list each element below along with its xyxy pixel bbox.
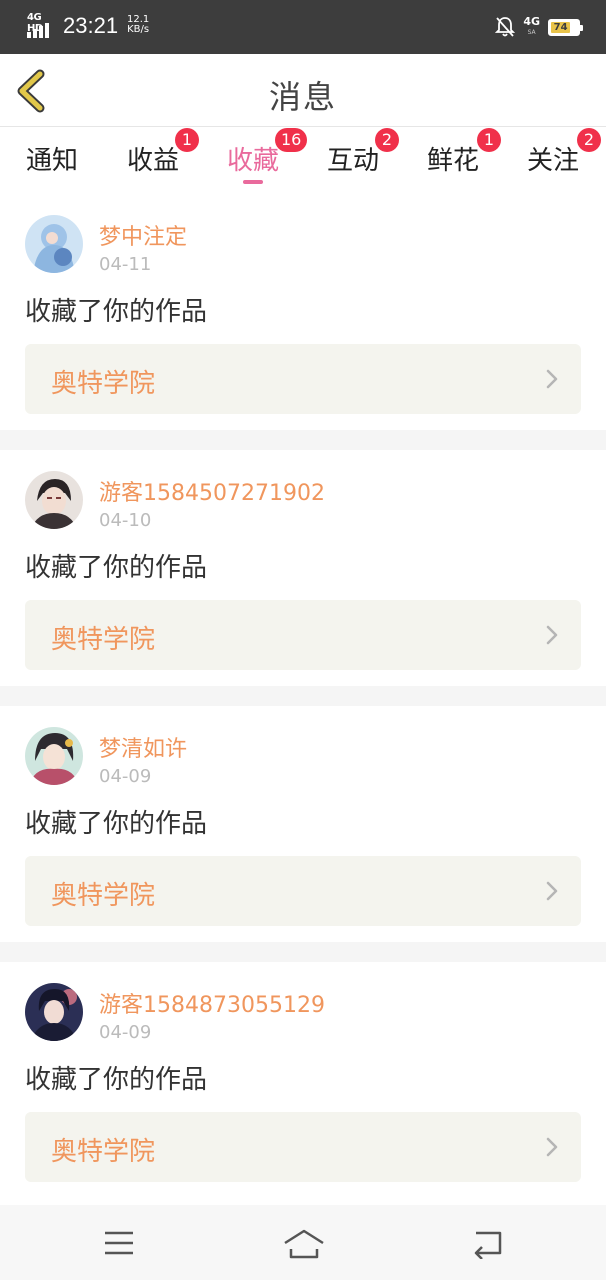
date: 04-09 (99, 1022, 152, 1043)
back-nav-button[interactable] (468, 1227, 508, 1260)
avatar-image (25, 983, 83, 1041)
list-item: 梦中注定 04-11 收藏了你的作品 奥特学院 (0, 194, 606, 430)
username[interactable]: 梦清如许 (99, 731, 187, 763)
header: 消息 (0, 54, 606, 127)
tab-earnings[interactable]: 收益 1 (103, 128, 203, 186)
username[interactable]: 游客1584507271902 (99, 475, 325, 507)
menu-button[interactable] (99, 1227, 139, 1259)
avatar[interactable] (25, 471, 83, 529)
signal-icon: 4G HD (27, 12, 55, 38)
work-title: 奥特学院 (51, 369, 156, 399)
work-link[interactable]: 奥特学院 (25, 344, 581, 414)
list-item: 游客1584507271902 04-10 收藏了你的作品 奥特学院 (0, 450, 606, 686)
action-text: 收藏了你的作品 (25, 297, 208, 327)
work-title: 奥特学院 (51, 1137, 156, 1167)
avatar[interactable] (25, 215, 83, 273)
action-text: 收藏了你的作品 (25, 809, 208, 839)
battery-icon: 74 (548, 18, 583, 36)
chevron-right-icon (546, 1137, 558, 1157)
tab-interactions[interactable]: 互动 2 (303, 128, 403, 186)
tab-favorites[interactable]: 收藏 16 (203, 128, 308, 186)
tab-badge: 2 (577, 128, 601, 152)
divider (0, 686, 606, 706)
bell-off-icon (495, 17, 516, 37)
tab-badge: 1 (477, 128, 501, 152)
avatar-image (25, 471, 83, 529)
mobile-network-sub: SA (527, 29, 536, 36)
tab-notifications[interactable]: 通知 (2, 136, 102, 186)
status-icons: 4G SA 74 (495, 14, 583, 40)
network-speed-unit: KB/s (127, 24, 150, 35)
battery-level: 74 (551, 21, 571, 33)
date: 04-09 (99, 766, 152, 787)
action-text: 收藏了你的作品 (25, 1065, 208, 1095)
avatar[interactable] (25, 727, 83, 785)
tab-label: 通知 (25, 146, 78, 176)
list-item: 梦清如许 04-09 收藏了你的作品 奥特学院 (0, 706, 606, 942)
date: 04-11 (99, 254, 152, 275)
avatar-image (25, 727, 83, 785)
menu-icon (105, 1231, 133, 1255)
home-button[interactable] (281, 1227, 327, 1259)
work-link[interactable]: 奥特学院 (25, 600, 581, 670)
clock: 23:21 (63, 13, 119, 38)
chevron-right-icon (546, 369, 558, 389)
system-nav-bar (0, 1205, 606, 1280)
tab-follows[interactable]: 关注 2 (503, 128, 603, 186)
work-link[interactable]: 奥特学院 (25, 856, 581, 926)
avatar[interactable] (25, 983, 83, 1041)
chevron-right-icon (546, 881, 558, 901)
active-tab-indicator (243, 180, 263, 184)
divider (0, 942, 606, 962)
avatar-image (25, 215, 83, 273)
return-icon (474, 1231, 502, 1260)
tab-badge: 1 (175, 128, 199, 152)
home-icon (284, 1229, 324, 1259)
username[interactable]: 梦中注定 (99, 219, 187, 251)
divider (0, 430, 606, 450)
username[interactable]: 游客1584873055129 (99, 987, 325, 1019)
chevron-right-icon (546, 625, 558, 645)
action-text: 收藏了你的作品 (25, 553, 208, 583)
date: 04-10 (99, 510, 152, 531)
tab-bar: 通知 收益 1 收藏 16 互动 2 鲜花 1 关注 2 (0, 128, 606, 194)
work-title: 奥特学院 (51, 625, 156, 655)
work-title: 奥特学院 (51, 881, 156, 911)
tab-badge: 2 (375, 128, 399, 152)
page-title: 消息 (268, 78, 337, 116)
tab-flowers[interactable]: 鲜花 1 (403, 128, 503, 186)
list-item: 游客1584873055129 04-09 收藏了你的作品 奥特学院 (0, 962, 606, 1198)
status-bar: 4G HD 23:21 12.1 KB/s 4G SA 74 (0, 0, 606, 54)
work-link[interactable]: 奥特学院 (25, 1112, 581, 1182)
network-speed: 12.1 KB/s (127, 15, 149, 35)
mobile-network: 4G SA (523, 16, 540, 38)
screen: 4G HD 23:21 12.1 KB/s 4G SA 74 (0, 0, 606, 1280)
message-list: 梦中注定 04-11 收藏了你的作品 奥特学院 游客1584507271902 … (0, 194, 606, 1198)
